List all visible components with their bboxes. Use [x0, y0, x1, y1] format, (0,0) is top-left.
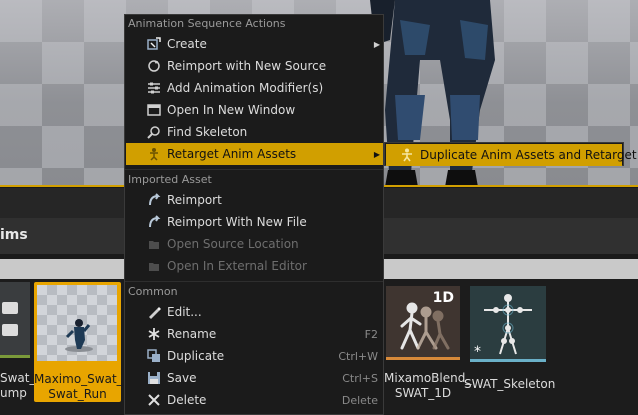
folder-title: ims [0, 227, 28, 243]
asset-thumbnail: 1D [386, 286, 460, 360]
modifier-icon [146, 80, 162, 96]
asset-label: SWAT_Skeleton [464, 377, 556, 391]
submenu-arrow-icon: ▶ [373, 39, 380, 49]
menu-item-reimport[interactable]: Reimport [126, 189, 383, 211]
asset-thumbnail [37, 285, 117, 361]
source-location-icon [146, 236, 162, 252]
section-header-animation: Animation Sequence Actions [128, 17, 286, 30]
menu-item-reimport-with-new-file[interactable]: Reimport With New File [126, 211, 383, 233]
delete-icon [146, 392, 162, 408]
rename-icon [146, 326, 162, 342]
search-icon [146, 124, 162, 140]
svg-text:*: * [474, 344, 481, 360]
asset-thumbnail [0, 282, 30, 358]
menu-separator [125, 169, 383, 170]
asset-tile-selected[interactable]: Maximo_Swat_ Swat_Run [34, 282, 123, 402]
menu-item-duplicate-anim-assets-and-retarget[interactable]: Duplicate Anim Assets and Retarget [386, 144, 637, 166]
asset-label: Swat_ ump [0, 371, 36, 400]
asset-label: Maximo_Swat_ Swat_Run [34, 372, 123, 401]
menu-item-delete[interactable]: Delete Delete [126, 389, 383, 411]
run-pose-icon [65, 319, 93, 352]
blendspace-badge: 1D [432, 290, 454, 306]
menu-item-retarget-anim-assets[interactable]: Retarget Anim Assets ▶ [126, 143, 383, 165]
asset-tile[interactable]: * SWAT_Skeleton [464, 282, 556, 402]
menu-item-open-source-location: Open Source Location [126, 233, 383, 255]
section-header-common: Common [128, 285, 178, 298]
shortcut-rename: F2 [364, 327, 378, 341]
reimport-source-icon [146, 58, 162, 74]
menu-item-rename[interactable]: Rename F2 [126, 323, 383, 345]
asset-tile[interactable]: Swat_ ump [0, 282, 36, 400]
menu-item-edit[interactable]: Edit... [126, 301, 383, 323]
context-menu: Animation Sequence Actions Create ▶ Reim… [124, 14, 384, 415]
asset-thumbnail: * [470, 286, 546, 362]
menu-item-duplicate[interactable]: Duplicate Ctrl+W [126, 345, 383, 367]
duplicate-icon [146, 348, 162, 364]
edit-icon [146, 304, 162, 320]
menu-item-open-in-new-window[interactable]: Open In New Window [126, 99, 383, 121]
menu-item-save[interactable]: Save Ctrl+S [126, 367, 383, 389]
retarget-submenu: Duplicate Anim Assets and Retarget [384, 142, 637, 166]
reimport-file-icon [146, 214, 162, 230]
shortcut-duplicate: Ctrl+W [338, 349, 378, 363]
menu-separator [125, 281, 383, 282]
external-editor-icon [146, 258, 162, 274]
menu-item-create[interactable]: Create ▶ [126, 33, 383, 55]
asset-label: MixamoBlend_ SWAT_1D [384, 371, 472, 400]
menu-item-open-in-external-editor: Open In External Editor [126, 255, 383, 277]
window-icon [146, 102, 162, 118]
retarget-figure-icon [400, 147, 414, 163]
skeleton-icon: * [470, 286, 546, 362]
submenu-arrow-icon: ▶ [373, 149, 380, 159]
menu-item-find-skeleton[interactable]: Find Skeleton [126, 121, 383, 143]
create-icon [146, 36, 162, 52]
menu-item-reimport-with-new-source[interactable]: Reimport with New Source [126, 55, 383, 77]
section-header-imported-asset: Imported Asset [128, 173, 212, 186]
reimport-icon [146, 192, 162, 208]
save-icon [146, 370, 162, 386]
menu-item-add-animation-modifier[interactable]: Add Animation Modifier(s) [126, 77, 383, 99]
retarget-icon [146, 146, 162, 162]
shortcut-save: Ctrl+S [342, 371, 378, 385]
shortcut-delete: Delete [341, 393, 378, 407]
asset-tile[interactable]: 1D MixamoBlend_ SWAT_1D [384, 282, 472, 402]
